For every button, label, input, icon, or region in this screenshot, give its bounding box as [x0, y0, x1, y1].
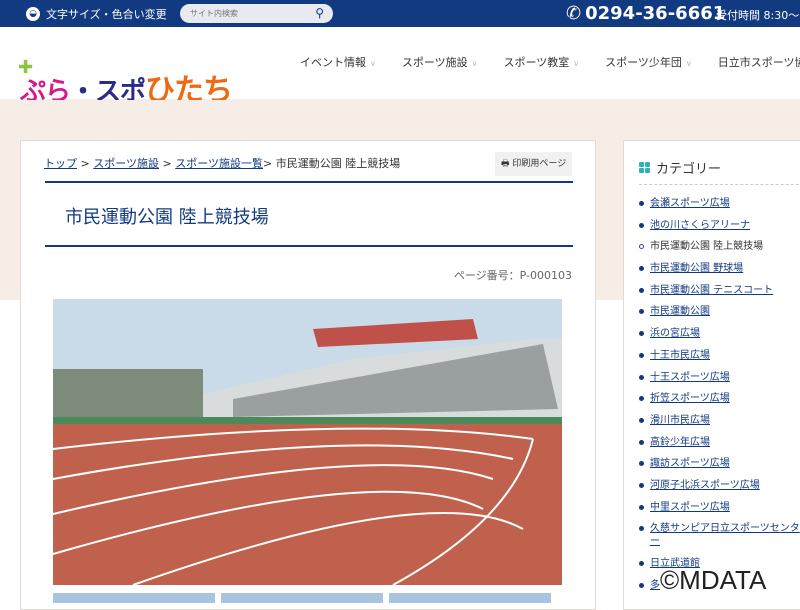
nav-classes[interactable]: スポーツ教室 ∨: [504, 54, 580, 70]
accessibility-button[interactable]: ◒ 文字サイズ・色合い変更: [26, 6, 167, 22]
sidebar-title: カテゴリー: [639, 158, 721, 177]
category-item[interactable]: 市民運動公園: [638, 305, 800, 318]
category-item[interactable]: 会瀬スポーツ広場: [638, 197, 800, 210]
accessibility-label: 文字サイズ・色合い変更: [46, 8, 167, 21]
chevron-down-icon: ∨: [573, 59, 580, 68]
crumb-current: 市民運動公園 陸上競技場: [275, 157, 401, 170]
phone-icon: ✆: [566, 3, 582, 24]
chevron-down-icon: ∨: [685, 59, 692, 68]
search-input[interactable]: [190, 9, 300, 18]
phone-text: 0294-36-6661: [585, 3, 726, 24]
thumbnail[interactable]: [221, 593, 383, 603]
category-item[interactable]: 浜の宮広場: [638, 327, 800, 340]
hours-text: 受付時間 8:30〜21: [716, 9, 800, 22]
chevron-down-icon: ∨: [471, 59, 478, 68]
category-item[interactable]: 池の川さくらアリーナ: [638, 219, 800, 232]
print-icon: 🖶: [501, 159, 510, 169]
thumbnail[interactable]: [389, 593, 551, 603]
category-item[interactable]: 河原子北浜スポーツ広場: [638, 479, 800, 492]
category-item[interactable]: 十王市民広場: [638, 349, 800, 362]
breadcrumb: トップ > スポーツ施設 > スポーツ施設一覧> 市民運動公園 陸上競技場: [44, 157, 401, 170]
nav-youth[interactable]: スポーツ少年団 ∨: [605, 54, 692, 70]
phone-number: ✆ 0294-36-6661: [566, 3, 725, 24]
sidebar: カテゴリー 会瀬スポーツ広場 池の川さくらアリーナ 市民運動公園 陸上競技場 市民運動…: [623, 140, 800, 610]
main-nav: イベント情報 ∨ スポーツ施設 ∨ スポーツ教室 ∨ スポーツ少年団 ∨ 日立市スポーツ…: [300, 54, 800, 70]
category-item[interactable]: 市民運動公園 テニスコート: [638, 284, 800, 297]
category-item[interactable]: 中里スポーツ広場: [638, 501, 800, 514]
category-icon: [639, 162, 650, 173]
divider: [639, 184, 800, 185]
page-number: ページ番号：P-000103: [453, 269, 572, 282]
stadium-photo: [53, 299, 562, 585]
nav-association[interactable]: 日立市スポーツ協会: [718, 54, 800, 70]
chevron-down-icon: ∨: [370, 59, 376, 68]
search-box[interactable]: ⚲: [180, 4, 333, 23]
main-content: トップ > スポーツ施設 > スポーツ施設一覧> 市民運動公園 陸上競技場 🖶 …: [20, 140, 596, 610]
category-item[interactable]: 諏訪スポーツ広場: [638, 457, 800, 470]
crumb-top[interactable]: トップ: [44, 157, 77, 170]
category-item[interactable]: 十王スポーツ広場: [638, 371, 800, 384]
nav-events[interactable]: イベント情報 ∨: [300, 54, 376, 70]
crumb-facilities[interactable]: スポーツ施設: [93, 157, 159, 170]
crumb-facility-list[interactable]: スポーツ施設一覧: [175, 157, 263, 170]
search-icon[interactable]: ⚲: [315, 6, 324, 20]
category-item[interactable]: 市民運動公園 野球場: [638, 262, 800, 275]
settings-icon: ◒: [26, 7, 40, 21]
top-bar: ◒ 文字サイズ・色合い変更 ⚲ ✆0294-36-6661 受付時間 8:30〜2…: [0, 0, 800, 27]
category-item[interactable]: 折笠スポーツ広場: [638, 392, 800, 405]
category-item[interactable]: 高鈴少年広場: [638, 436, 800, 449]
thumbnail-strip: [53, 593, 551, 603]
category-item[interactable]: 久慈サンピア日立スポーツセンター: [638, 522, 800, 548]
category-item: 市民運動公園 陸上競技場: [638, 240, 800, 253]
category-item[interactable]: 滑川市民広場: [638, 414, 800, 427]
print-button[interactable]: 🖶 印刷用ページ: [495, 152, 573, 176]
title-box: 市民運動公園 陸上競技場: [45, 181, 573, 247]
thumbnail[interactable]: [53, 593, 215, 603]
category-list: 会瀬スポーツ広場 池の川さくらアリーナ 市民運動公園 陸上競技場 市民運動公園 野球場…: [638, 197, 800, 600]
watermark: ©MDATA: [660, 565, 767, 595]
header: ✚ ぷら・スポひたち イベント情報 ∨ スポーツ施設 ∨ スポーツ教室 ∨ スポーツ少年…: [0, 27, 800, 108]
nav-facilities[interactable]: スポーツ施設 ∨: [402, 54, 478, 70]
page-title: 市民運動公園 陸上競技場: [65, 207, 269, 228]
